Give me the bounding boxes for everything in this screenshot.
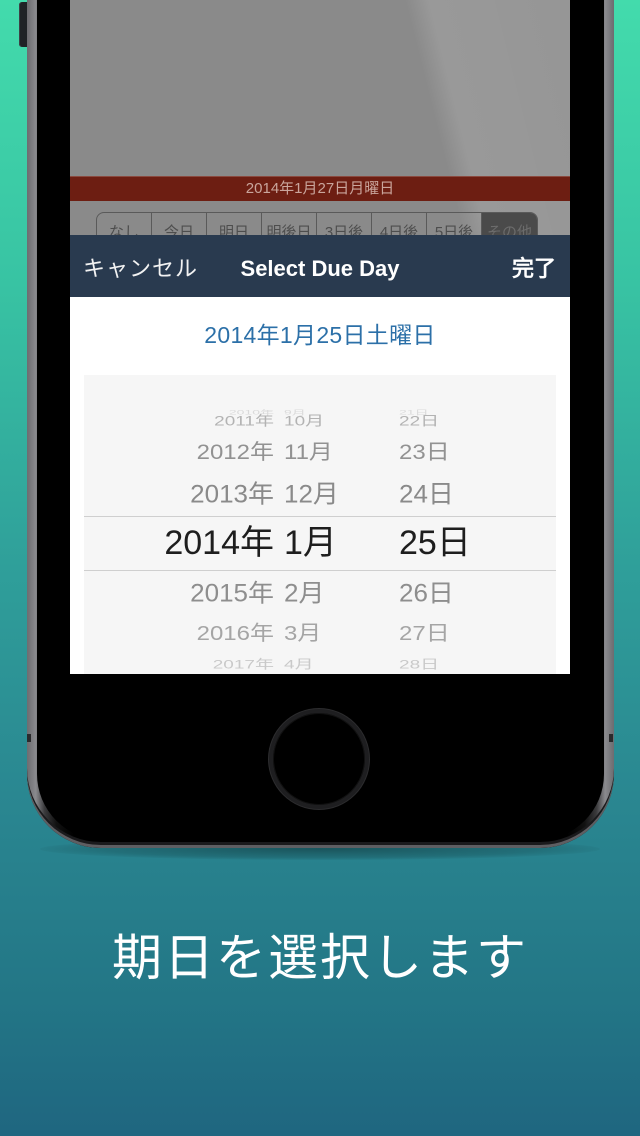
- picker-year-item[interactable]: 2012年: [197, 440, 274, 466]
- segment-5-days: 5日後: [427, 213, 482, 235]
- picker-day-item[interactable]: 24日: [399, 479, 454, 508]
- picker-day-item[interactable]: 28日: [399, 655, 439, 674]
- picker-month-column[interactable]: 9月 10月 11月 12月 1月 2月 3月 4月: [284, 375, 364, 674]
- nav-title: Select Due Day: [240, 256, 400, 281]
- antenna-band-left: [27, 734, 31, 742]
- picker-month-item[interactable]: 4月: [284, 655, 314, 674]
- picker-month-selected[interactable]: 1月: [284, 526, 337, 560]
- picker-day-item[interactable]: 22日: [399, 411, 439, 433]
- due-date-banner: 2014年1月27日月曜日: [70, 176, 570, 201]
- quick-select-segmented-control: なし 今日 明日 明後日 3日後 4日後 5日後 その他: [96, 212, 538, 235]
- picker-month-item[interactable]: 2月: [284, 579, 324, 608]
- navigation-bar: キャンセル Select Due Day 完了: [70, 235, 570, 297]
- date-picker[interactable]: 2010年 2011年 2012年 2013年 2014年 2015年 2016…: [84, 375, 556, 674]
- selected-date-label: 2014年1月25日土曜日: [204, 322, 436, 348]
- picker-month-item[interactable]: 10月: [284, 411, 324, 433]
- picker-month-item[interactable]: 11月: [284, 440, 333, 466]
- picker-year-item[interactable]: 2013年: [190, 479, 274, 508]
- done-button[interactable]: 完了: [512, 235, 556, 303]
- picker-month-item[interactable]: 3月: [284, 621, 321, 647]
- picker-year-item[interactable]: 2015年: [190, 579, 274, 608]
- promo-caption: 期日を選択します: [112, 929, 528, 987]
- picker-day-column[interactable]: 21日 22日 23日 24日 25日 26日 27日 28日: [399, 375, 499, 674]
- picker-year-column[interactable]: 2010年 2011年 2012年 2013年 2014年 2015年 2016…: [144, 375, 274, 674]
- segment-tomorrow: 明日: [207, 213, 262, 235]
- picker-day-item[interactable]: 26日: [399, 579, 454, 608]
- picker-day-item[interactable]: 23日: [399, 440, 450, 466]
- segment-other: その他: [482, 213, 537, 235]
- home-button[interactable]: [269, 709, 369, 809]
- picker-year-item[interactable]: 2011年: [214, 411, 274, 433]
- segment-day-after-tomorrow: 明後日: [262, 213, 317, 235]
- antenna-band-right: [609, 734, 613, 742]
- picker-year-item[interactable]: 2016年: [197, 621, 274, 647]
- phone-screen: 2014年1月27日月曜日 なし 今日 明日 明後日 3日後 4日後 5日後 そ…: [70, 0, 570, 674]
- segment-4-days: 4日後: [372, 213, 427, 235]
- segment-today: 今日: [152, 213, 207, 235]
- picker-day-selected[interactable]: 25日: [399, 526, 471, 560]
- picker-year-selected[interactable]: 2014年: [164, 526, 274, 560]
- segment-none: なし: [97, 213, 152, 235]
- picker-month-item[interactable]: 12月: [284, 479, 339, 508]
- segment-3-days: 3日後: [317, 213, 372, 235]
- dimmed-background-app: 2014年1月27日月曜日 なし 今日 明日 明後日 3日後 4日後 5日後 そ…: [70, 0, 570, 235]
- picker-day-item[interactable]: 27日: [399, 621, 450, 647]
- picker-year-item[interactable]: 2017年: [213, 655, 274, 674]
